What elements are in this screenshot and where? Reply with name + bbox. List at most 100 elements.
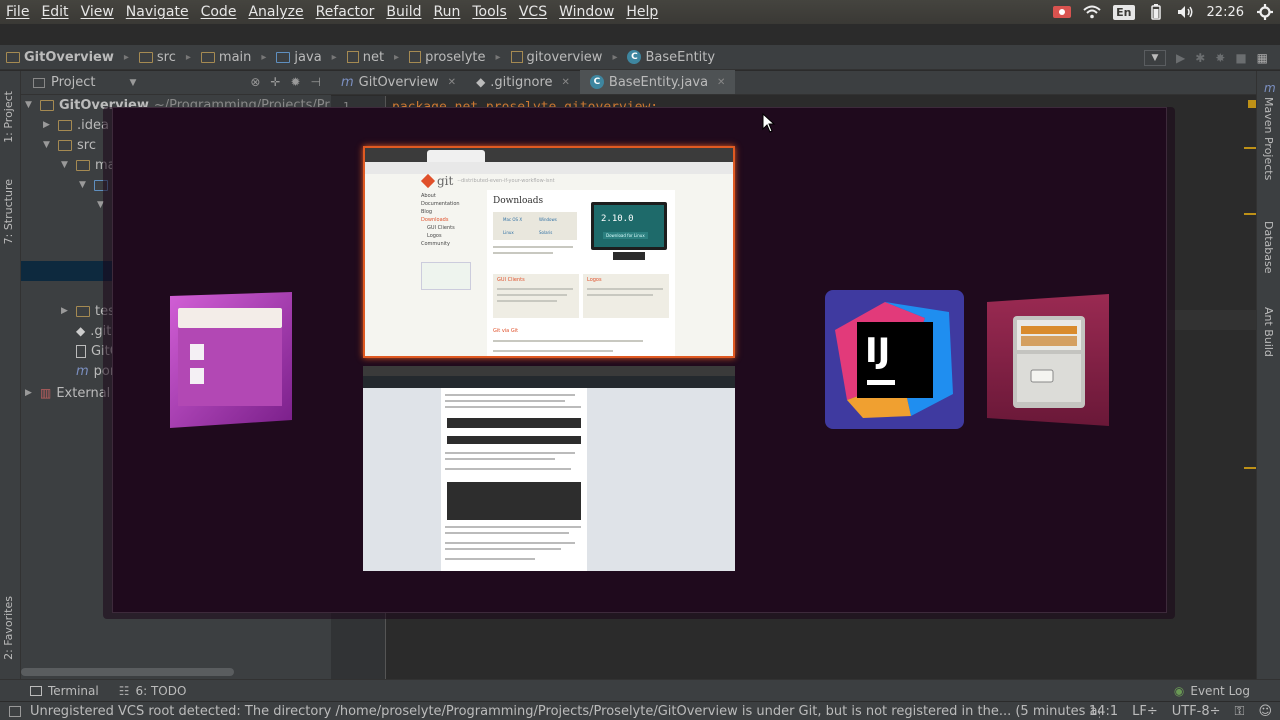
warning-marker[interactable] — [1244, 147, 1256, 149]
os-option[interactable]: Mac OS X — [503, 217, 522, 222]
crumb-main[interactable]: main ▸ — [195, 50, 271, 65]
run-config-dropdown[interactable]: ▼ — [1143, 49, 1166, 66]
stop-icon[interactable]: ■ — [1235, 51, 1246, 65]
os-option[interactable]: Linux — [503, 230, 514, 235]
menu-tools[interactable]: Tools — [466, 4, 513, 20]
error-stripe-warning[interactable] — [1248, 100, 1256, 108]
chevron-down-icon[interactable]: ▼ — [129, 78, 136, 88]
crumb-src[interactable]: src ▸ — [133, 50, 195, 65]
crumb-gitoverview[interactable]: gitoverview ▸ — [505, 50, 622, 65]
coverage-icon[interactable]: ✸ — [1215, 51, 1225, 65]
menu-refactor[interactable]: Refactor — [310, 4, 381, 20]
horizontal-scrollbar[interactable] — [21, 668, 234, 676]
tree-item-external-libraries[interactable]: ▶ ▥ External — [25, 383, 110, 403]
event-log-button[interactable]: ◉ Event Log — [1164, 684, 1260, 698]
article-column — [441, 388, 587, 571]
todo-tool-button[interactable]: ☷ 6: TODO — [109, 684, 197, 698]
menu-edit[interactable]: Edit — [35, 4, 74, 20]
logos-heading[interactable]: Logos — [587, 277, 602, 283]
sidebar-link[interactable]: Community — [421, 240, 481, 248]
project-structure-icon[interactable]: ▦ — [1257, 51, 1268, 65]
project-panel-header: Project ▼ ⊗ ✛ ✹ ⊣ — [21, 71, 331, 95]
database-tool-tab[interactable]: Database — [1262, 221, 1275, 274]
warning-marker[interactable] — [1244, 467, 1256, 469]
text-line — [445, 526, 581, 528]
menu-help[interactable]: Help — [620, 4, 664, 20]
battery-icon[interactable] — [1147, 4, 1165, 20]
git-logo-icon — [420, 173, 436, 189]
maven-projects-tool-tab[interactable]: Maven Projects — [1262, 97, 1275, 180]
ant-build-tool-tab[interactable]: Ant Build — [1262, 307, 1275, 357]
os-choices: Mac OS X Windows Linux Solaris — [493, 212, 577, 240]
sidebar-link[interactable]: Documentation — [421, 200, 481, 208]
sidebar-link[interactable]: Logos — [421, 232, 481, 240]
screen-recorder-icon[interactable] — [1053, 4, 1072, 20]
run-icon[interactable]: ▶ — [1176, 51, 1185, 65]
sidebar-link[interactable]: Downloads — [421, 216, 481, 224]
clock[interactable]: 22:26 — [1207, 5, 1244, 20]
sidebar-link[interactable]: GUI Clients — [421, 224, 481, 232]
text-line — [445, 406, 581, 408]
crumb-proselyte[interactable]: proselyte ▸ — [403, 50, 504, 65]
status-indicators: 14:1 LF÷ UTF-8÷ ⚿ ☺ — [1089, 704, 1272, 719]
warning-marker[interactable] — [1244, 213, 1256, 215]
tab-gitoverview[interactable]: m GitOverview ✕ — [331, 70, 466, 94]
tree-item-src[interactable]: ▼ src — [43, 135, 96, 155]
right-tool-strip: m Maven Projects Database Ant Build — [1256, 71, 1280, 681]
gear-icon[interactable]: ✹ — [290, 75, 300, 89]
terminal-tool-button[interactable]: Terminal — [0, 684, 109, 698]
document-window-preview[interactable] — [363, 366, 735, 571]
crumb-baseentity[interactable]: C BaseEntity — [621, 50, 719, 65]
tab-baseentity[interactable]: C BaseEntity.java ✕ — [579, 70, 736, 94]
menu-vcs[interactable]: VCS — [513, 4, 553, 20]
close-icon[interactable]: ✕ — [717, 77, 725, 88]
close-icon[interactable]: ✕ — [448, 77, 456, 88]
favorites-tool-tab[interactable]: 2: Favorites — [2, 596, 15, 660]
browser-window-preview[interactable]: git --distributed-even-if-your-workflow-… — [363, 146, 735, 358]
encoding-selector[interactable]: UTF-8÷ — [1172, 704, 1221, 719]
wifi-icon[interactable] — [1083, 4, 1101, 20]
keyboard-layout-indicator[interactable]: En — [1113, 4, 1135, 20]
menu-build[interactable]: Build — [380, 4, 427, 20]
tab-gitignore[interactable]: ◆ .gitignore ✕ — [466, 70, 580, 94]
files-icon[interactable] — [166, 290, 296, 434]
inspector-icon[interactable]: ☺ — [1258, 704, 1272, 719]
structure-tool-tab[interactable]: 7: Structure — [2, 179, 15, 244]
intellij-idea-icon[interactable]: IJ — [825, 290, 965, 434]
hide-panel-icon[interactable]: ⊣ — [311, 75, 321, 89]
crumb-java[interactable]: java ▸ — [270, 50, 340, 65]
menu-analyze[interactable]: Analyze — [242, 4, 309, 20]
settings-gear-icon[interactable] — [1256, 4, 1274, 20]
os-option[interactable]: Solaris — [539, 230, 552, 235]
file-cabinet-icon[interactable] — [985, 292, 1113, 436]
menu-run[interactable]: Run — [428, 4, 467, 20]
crumb-project[interactable]: GitOverview ▸ — [0, 50, 133, 65]
volume-icon[interactable] — [1177, 4, 1195, 20]
os-option[interactable]: Windows — [539, 217, 557, 222]
project-view-selector[interactable]: Project — [51, 75, 95, 90]
gui-clients-heading[interactable]: GUI Clients — [497, 277, 525, 283]
line-separator-selector[interactable]: LF÷ — [1132, 704, 1158, 719]
status-message[interactable]: Unregistered VCS root detected: The dire… — [0, 704, 1100, 719]
download-for-linux-button[interactable]: Download for Linux — [603, 232, 648, 239]
menu-file[interactable]: File — [0, 4, 35, 20]
gui-clients-box: GUI Clients — [493, 274, 579, 318]
crumb-net[interactable]: net ▸ — [341, 50, 403, 65]
menu-view[interactable]: View — [75, 4, 120, 20]
tree-item-idea[interactable]: ▶ .idea — [43, 115, 109, 135]
project-tool-tab[interactable]: 1: Project — [2, 91, 15, 143]
text-line — [445, 548, 561, 550]
collapse-all-icon[interactable]: ✛ — [270, 75, 280, 89]
close-icon[interactable]: ✕ — [562, 77, 570, 88]
menu-window[interactable]: Window — [553, 4, 620, 20]
lock-icon[interactable]: ⚿ — [1235, 704, 1245, 719]
text-line — [445, 452, 575, 454]
debug-icon[interactable]: ✱ — [1195, 51, 1205, 65]
menu-code[interactable]: Code — [195, 4, 243, 20]
sync-icon[interactable]: ⊗ — [250, 75, 260, 89]
panel-toggle-icon[interactable] — [9, 705, 21, 717]
caret-position[interactable]: 14:1 — [1089, 704, 1118, 719]
sidebar-link[interactable]: About — [421, 192, 481, 200]
menu-navigate[interactable]: Navigate — [120, 4, 195, 20]
sidebar-link[interactable]: Blog — [421, 208, 481, 216]
